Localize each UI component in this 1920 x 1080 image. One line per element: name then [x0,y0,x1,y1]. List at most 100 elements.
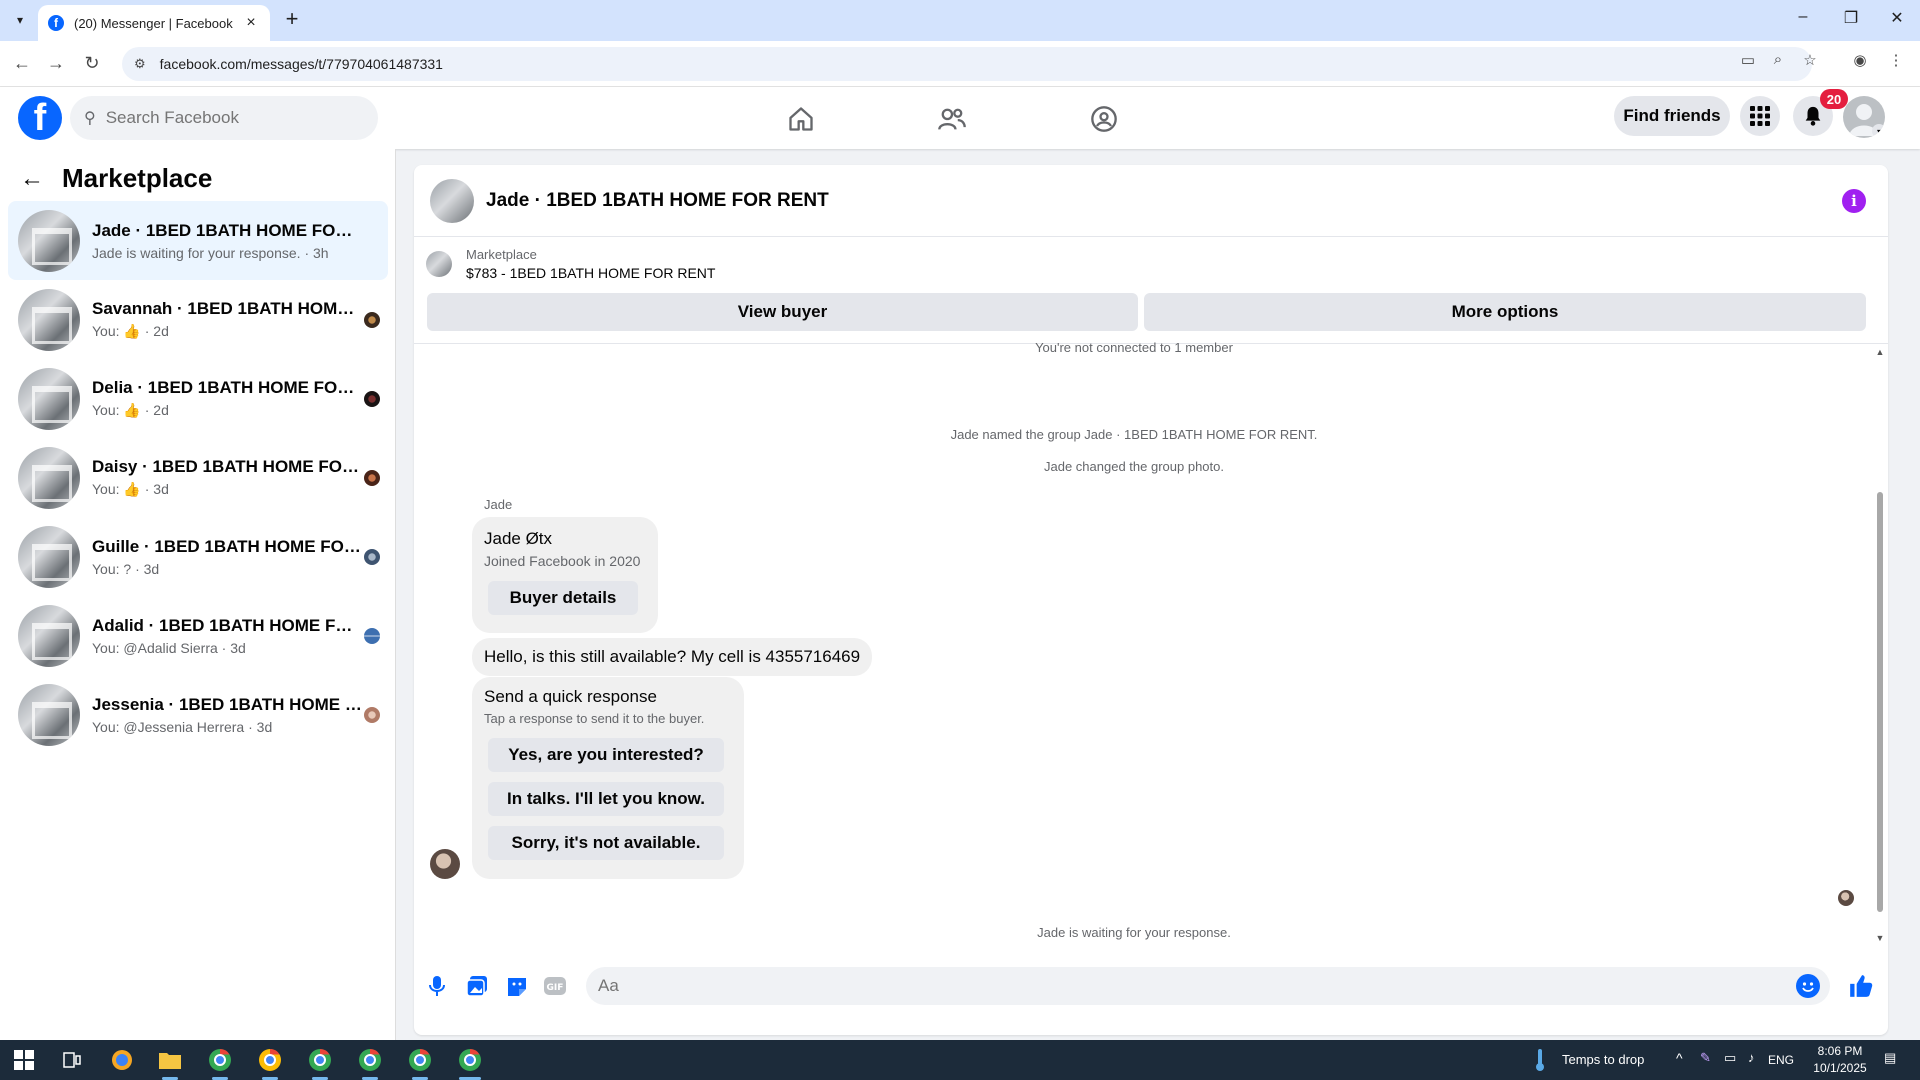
chat-panel: Jade · 1BED 1BATH HOME FOR RENT i Market… [414,165,1888,1035]
quick-response-yes[interactable]: Yes, are you interested? [488,738,724,772]
app-icon[interactable] [108,1046,136,1074]
emoji-icon[interactable] [1796,974,1820,998]
conversation-item[interactable]: Adalid · 1BED 1BATH HOME FOR... You: @Ad… [8,596,388,675]
tab-close-icon[interactable]: × [242,14,260,32]
conversation-item[interactable]: Savannah · 1BED 1BATH HOME F... You: 👍 ·… [8,280,388,359]
minimize-icon[interactable]: – [1788,8,1818,26]
facebook-logo-icon[interactable]: f [18,96,62,140]
conversation-item[interactable]: Jessenia · 1BED 1BATH HOME FO... You: @J… [8,675,388,754]
weather-text[interactable]: Temps to drop [1562,1052,1644,1067]
new-tab-plus-icon[interactable]: + [280,8,304,32]
windows-start-icon[interactable] [10,1046,38,1074]
conversation-name: Adalid · 1BED 1BATH HOME FOR... [92,615,362,635]
quick-response-bubble: Send a quick response Tap a response to … [472,677,744,879]
system-message-photo: Jade changed the group photo. [1044,459,1224,474]
listing-thumbnail [18,446,80,509]
forward-arrow-icon[interactable]: → [44,51,68,75]
chrome-icon[interactable] [206,1046,234,1080]
scroll-down-icon[interactable]: ▼ [1874,933,1886,943]
chrome-icon[interactable] [406,1046,434,1080]
url-text: facebook.com/messages/t/779704061487331 [159,56,443,72]
scrollbar-thumb[interactable] [1877,492,1883,912]
browser-menu-icon[interactable]: ⋮ [1884,51,1908,69]
back-arrow-icon[interactable]: ← [10,51,34,75]
group-avatar[interactable] [430,178,474,223]
chrome-icon[interactable] [306,1046,334,1080]
conversation-name: Jade · 1BED 1BATH HOME FOR RENT [92,220,362,240]
install-app-icon[interactable]: ▭ [1736,51,1760,69]
photo-icon[interactable] [464,973,490,999]
back-arrow-icon[interactable]: ← [20,165,50,193]
facebook-search[interactable]: ⚲ [70,96,378,140]
buyer-details-button[interactable]: Buyer details [488,581,638,615]
file-explorer-icon[interactable] [156,1046,184,1080]
address-bar[interactable]: ⚙ facebook.com/messages/t/77970406148733… [122,47,1812,81]
volume-icon[interactable]: ♪ [1748,1050,1755,1065]
task-view-icon[interactable] [58,1046,86,1074]
chrome-icon[interactable] [356,1046,384,1080]
chevron-down-icon: ▾ [1872,124,1885,138]
find-friends-button[interactable]: Find friends [1614,96,1730,136]
seen-avatar [364,548,380,565]
thermometer-icon[interactable] [1526,1046,1554,1074]
gif-icon[interactable]: GIF [542,973,568,999]
pen-icon[interactable]: ✎ [1700,1050,1711,1066]
browser-tab-messenger[interactable]: f (20) Messenger | Facebook × [38,5,270,41]
account-avatar[interactable]: ▾ [1843,96,1885,138]
quick-response-not-available[interactable]: Sorry, it's not available. [488,826,724,860]
message-composer: GIF [414,957,1888,1017]
network-icon[interactable]: ▭ [1724,1050,1736,1066]
microphone-icon[interactable] [424,973,450,999]
conversation-item[interactable]: Jade · 1BED 1BATH HOME FOR RENT Jade is … [8,201,388,280]
listing-summary[interactable]: Marketplace $783 - 1BED 1BATH HOME FOR R… [426,247,715,281]
conversation-preview: You: @Adalid Sierra · 3d [92,639,246,656]
zoom-icon[interactable]: ⌕ [1766,51,1790,68]
chat-title[interactable]: Jade · 1BED 1BATH HOME FOR RENT [486,190,829,212]
scroll-up-icon[interactable]: ▲ [1874,347,1886,357]
seen-avatar [1838,890,1854,906]
notification-center-icon[interactable]: ▤ [1884,1050,1896,1066]
message-input-field[interactable] [586,967,1830,1005]
waiting-notice: Jade is waiting for your response. [1037,925,1231,940]
home-icon[interactable] [781,99,821,139]
more-options-button[interactable]: More options [1144,293,1866,331]
seen-avatar [364,627,380,644]
friends-icon[interactable] [932,99,972,139]
conversation-item[interactable]: Delia · 1BED 1BATH HOME FOR ... You: 👍 ·… [8,359,388,438]
site-info-icon[interactable]: ⚙ [134,56,146,72]
system-clock[interactable]: 8:06 PM 10/1/2025 [1800,1043,1880,1077]
conversation-preview: Jade is waiting for your response. · 3h [92,244,329,261]
reload-icon[interactable]: ↻ [80,51,104,75]
tray-chevron-up-icon[interactable]: ^ [1676,1050,1683,1066]
language-indicator[interactable]: ENG [1768,1053,1794,1067]
window-close-icon[interactable]: ✕ [1882,8,1912,28]
groups-icon[interactable] [1084,99,1124,139]
chrome-icon-active[interactable] [456,1046,484,1080]
chat-header: Jade · 1BED 1BATH HOME FOR RENT [414,165,1888,237]
view-buyer-button[interactable]: View buyer [427,293,1138,331]
sidebar-title: Marketplace [62,163,213,193]
bookmark-star-icon[interactable]: ☆ [1798,51,1822,69]
restore-icon[interactable]: ❐ [1836,8,1866,28]
conversation-item[interactable]: Daisy · 1BED 1BATH HOME FOR ... You: 👍 ·… [8,438,388,517]
clock-date: 10/1/2025 [1813,1061,1867,1075]
quick-response-in-talks[interactable]: In talks. I'll let you know. [488,782,724,816]
sender-avatar[interactable] [430,849,460,879]
menu-grid-icon[interactable] [1740,96,1780,136]
system-message-named: Jade named the group Jade · 1BED 1BATH H… [950,427,1318,442]
thumbs-up-send-icon[interactable] [1848,973,1874,999]
tab-list-chevron-icon[interactable]: ▾ [8,8,32,32]
chrome-icon[interactable] [256,1046,284,1080]
message-input[interactable] [598,976,1758,996]
sticker-icon[interactable] [504,973,530,999]
facebook-favicon-icon: f [48,15,64,31]
profile-icon[interactable]: ◉ [1848,51,1872,69]
conversation-name: Savannah · 1BED 1BATH HOME F... [92,299,362,318]
conversation-name: Daisy · 1BED 1BATH HOME FOR ... [92,457,362,476]
chat-scrollbar[interactable]: ▲ ▼ [1874,347,1886,947]
not-connected-notice: You're not connected to 1 member [1035,340,1233,355]
search-input[interactable] [105,108,346,128]
search-icon: ⚲ [84,110,96,127]
info-icon[interactable]: i [1842,189,1866,213]
conversation-item[interactable]: Guille · 1BED 1BATH HOME FOR ... You: ? … [8,517,388,596]
